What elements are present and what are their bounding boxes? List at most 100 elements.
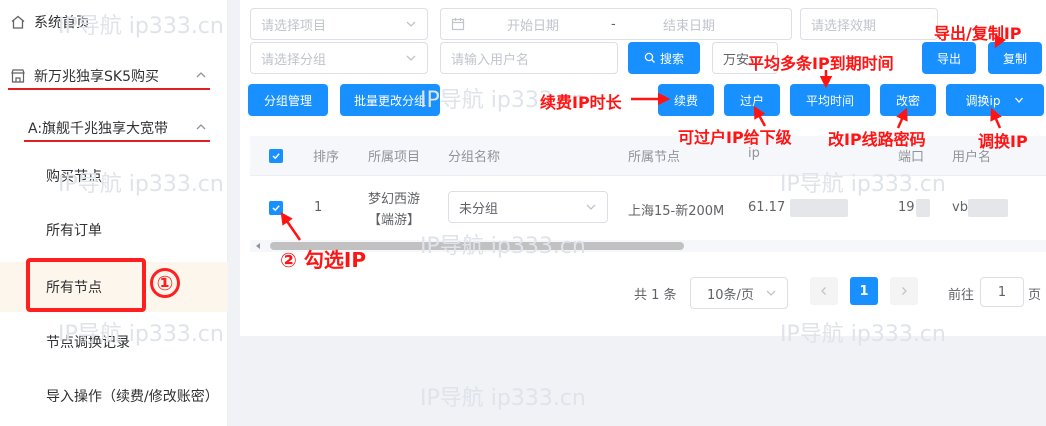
- sidebar-group-label: 新万兆独享SK5购买: [34, 69, 159, 85]
- swap-ip-button-label: 调换ip: [965, 93, 1001, 108]
- chevron-right-icon: [902, 287, 907, 295]
- sidebar-item-swap-history[interactable]: 节点调换记录: [0, 322, 228, 362]
- header-project: 所属项目: [368, 150, 421, 165]
- cell-project-tag: 【端游】: [368, 213, 421, 228]
- goto-page-input[interactable]: 1: [980, 277, 1024, 307]
- end-date-placeholder: 结束日期: [663, 18, 716, 34]
- sidebar-group-sk5[interactable]: 新万兆独享SK5购买: [0, 56, 228, 96]
- page-size-value: 10条/页: [707, 287, 754, 303]
- avg-time-button-label: 平均时间: [805, 93, 854, 108]
- header-ip: ip: [748, 146, 760, 161]
- redacted-ip: [790, 199, 848, 217]
- annotation-underline-subgroup: [24, 140, 210, 142]
- cell-username: vb: [952, 200, 968, 215]
- next-page-button[interactable]: [890, 277, 918, 305]
- check-icon: [272, 153, 280, 160]
- chevron-down-icon: [586, 204, 596, 210]
- main-panel: 请选择项目 开始日期 - 结束日期 请选择效期 请选择分组 请输入用户名 搜索 …: [240, 0, 1046, 336]
- export-button-label: 导出: [936, 51, 961, 66]
- check-icon: [272, 205, 280, 212]
- row-group-value: 未分组: [459, 201, 499, 217]
- horizontal-scrollbar[interactable]: [250, 240, 1046, 252]
- annotation-renew: 续费IP时长: [540, 93, 622, 112]
- cell-project: 梦幻西游: [368, 192, 421, 207]
- copy-button[interactable]: 复制: [988, 42, 1042, 74]
- sidebar-subgroup-label: A:旗舰千兆独享大宽带: [28, 121, 169, 137]
- avg-time-button[interactable]: 平均时间: [790, 84, 870, 116]
- username-input[interactable]: 请输入用户名: [440, 42, 618, 74]
- validity-select-placeholder: 请选择效期: [811, 18, 877, 34]
- annotation-export-copy: 导出/复制IP: [934, 24, 1022, 43]
- header-group: 分组名称: [448, 150, 501, 165]
- date-separator: -: [611, 16, 616, 32]
- date-range-picker[interactable]: 开始日期 - 结束日期: [440, 8, 792, 40]
- scroll-left-icon[interactable]: [256, 243, 260, 249]
- redacted-username: [968, 199, 1008, 217]
- chevron-up-icon: [196, 72, 206, 78]
- sidebar-item-import[interactable]: 导入操作（续费/修改账密）: [0, 376, 228, 416]
- page-number-label: 1: [859, 283, 869, 299]
- group-select-placeholder: 请选择分组: [261, 52, 327, 68]
- redacted-port: [916, 199, 930, 217]
- sidebar-item-home[interactable]: 系统首页: [0, 2, 228, 42]
- group-manage-button-label: 分组管理: [263, 93, 312, 108]
- prev-page-button[interactable]: [810, 277, 838, 305]
- page-size-select[interactable]: 10条/页: [690, 277, 788, 309]
- search-button[interactable]: 搜索: [628, 42, 700, 74]
- export-button[interactable]: 导出: [922, 42, 976, 74]
- store-icon: [10, 68, 26, 84]
- header-index: 排序: [313, 150, 340, 165]
- page-unit-label: 页: [1028, 288, 1042, 303]
- cell-ip: 61.17: [748, 200, 786, 215]
- sidebar-subgroup[interactable]: A:旗舰千兆独享大宽带: [0, 108, 228, 148]
- search-icon: [644, 52, 655, 63]
- chevron-down-icon: [406, 55, 416, 61]
- validity-select[interactable]: 请选择效期: [800, 8, 938, 40]
- annotation-box-all-nodes: [26, 258, 146, 312]
- search-button-label: 搜索: [659, 51, 684, 66]
- sidebar-item-label: 节点调换记录: [46, 335, 130, 351]
- annotation-step-one: ①: [150, 268, 180, 298]
- goto-page-value: 1: [997, 284, 1007, 300]
- start-date-placeholder: 开始日期: [507, 18, 560, 34]
- username-input-placeholder: 请输入用户名: [451, 52, 530, 68]
- page-number-current[interactable]: 1: [850, 277, 878, 305]
- renew-button-label: 续费: [673, 93, 698, 108]
- chevron-up-icon: [196, 124, 206, 130]
- annotation-swap: 调换IP: [978, 132, 1028, 151]
- sidebar-item-label: 所有订单: [46, 223, 102, 239]
- row-checkbox[interactable]: [269, 201, 283, 215]
- project-select[interactable]: 请选择项目: [250, 8, 428, 40]
- chevron-down-icon: [766, 290, 776, 296]
- transfer-button[interactable]: 过户: [724, 84, 780, 116]
- row-group-select[interactable]: 未分组: [448, 191, 608, 223]
- extra-select-value: 万安: [723, 52, 750, 68]
- sidebar-item-all-orders[interactable]: 所有订单: [0, 210, 228, 250]
- renew-button[interactable]: 续费: [658, 84, 714, 116]
- annotation-transfer: 可过户IP给下级: [678, 128, 792, 147]
- sidebar-item-label: 导入操作（续费/修改账密）: [46, 389, 219, 405]
- project-select-placeholder: 请选择项目: [261, 18, 327, 34]
- group-manage-button[interactable]: 分组管理: [248, 84, 328, 116]
- select-all-checkbox[interactable]: [269, 149, 283, 163]
- watermark: IP导航 ip333.cn: [420, 386, 586, 411]
- sidebar: 系统首页 新万兆独享SK5购买 A:旗舰千兆独享大宽带 购买节点 所有订单 所有…: [0, 0, 228, 426]
- chevron-down-icon: [1015, 97, 1024, 103]
- copy-button-label: 复制: [1002, 51, 1027, 66]
- annotation-avg-time: 平均多条IP到期时间: [748, 54, 894, 73]
- sidebar-item-label: 系统首页: [34, 15, 90, 31]
- annotation-step-one-text: ①: [156, 271, 174, 295]
- sidebar-item-buy-node[interactable]: 购买节点: [0, 156, 228, 196]
- group-select[interactable]: 请选择分组: [250, 42, 428, 74]
- annotation-check-ip: ② 勾选IP: [280, 248, 366, 272]
- goto-label: 前往: [948, 288, 975, 303]
- annotation-change-password: 改IP线路密码: [828, 130, 926, 149]
- batch-change-group-button[interactable]: 批量更改分组: [340, 84, 440, 116]
- chevron-left-icon: [821, 287, 826, 295]
- chevron-down-icon: [406, 21, 416, 27]
- home-icon: [10, 14, 26, 30]
- change-password-button[interactable]: 改密: [880, 84, 936, 116]
- cell-index: 1: [314, 200, 323, 215]
- cell-node: 上海15-新200M: [628, 204, 725, 219]
- swap-ip-button[interactable]: 调换ip: [946, 84, 1044, 116]
